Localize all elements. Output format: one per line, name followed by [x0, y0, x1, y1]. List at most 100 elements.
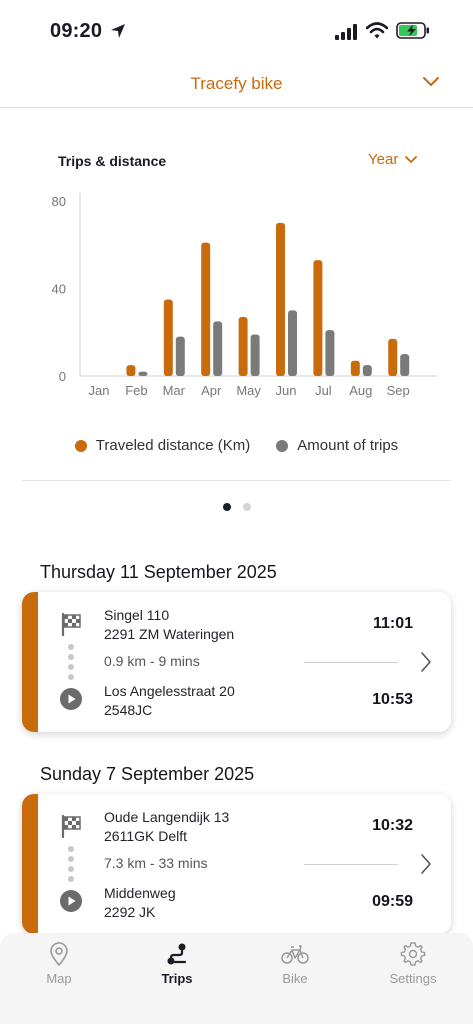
wifi-icon [366, 22, 388, 39]
trips-bar [325, 330, 335, 376]
end-address-line1: Oude Langendijk 13 [104, 809, 230, 825]
legend-item-distance: Traveled distance (Km) [74, 437, 251, 454]
bicycle-icon [281, 945, 309, 964]
x-tick-label: May [236, 383, 261, 398]
tab-bike[interactable]: Bike [250, 941, 340, 986]
trip-card[interactable]: Singel 110 2291 ZM Wateringen 11:01 0.9 … [22, 592, 451, 732]
separator-line [304, 864, 398, 865]
trips-bar [362, 365, 372, 376]
cellular-signal-icon [335, 24, 359, 40]
route-dots [68, 644, 74, 684]
chevron-right-icon[interactable] [420, 651, 432, 673]
map-pin-icon [50, 942, 68, 967]
trips-distance-chart: 0 40 80 Jan Feb Mar Apr May Jun Jul Aug Sep [52, 193, 437, 398]
date-heading: Thursday 11 September 2025 [40, 562, 277, 582]
page-dot-active[interactable] [222, 503, 231, 511]
tab-map[interactable]: Map [14, 941, 104, 986]
tab-map-label: Map [46, 971, 72, 986]
distance-bar [163, 299, 173, 376]
y-tick-label: 40 [52, 282, 66, 297]
x-tick-label: Jan [89, 383, 110, 398]
date-heading: Sunday 7 September 2025 [40, 764, 255, 784]
x-tick-label: Mar [163, 383, 186, 398]
divider [22, 480, 451, 481]
start-address: Middenweg 2292 JK [104, 884, 176, 922]
distance-bar [276, 222, 285, 376]
end-address: Singel 110 2291 ZM Wateringen [104, 606, 234, 644]
start-address-line2: 2292 JK [104, 904, 156, 920]
status-time: 09:20 [50, 20, 103, 42]
trip-accent-bar [22, 592, 38, 732]
start-address-line2: 2548JC [104, 702, 153, 718]
app-header: Tracefy bike [0, 62, 473, 108]
trips-bar [288, 310, 297, 376]
y-tick-label: 0 [59, 369, 66, 384]
distance-bar [313, 260, 323, 376]
x-tick-label: Feb [125, 383, 147, 398]
finish-flag-icon [61, 814, 81, 838]
start-play-icon [60, 890, 82, 912]
end-time: 11:01 [372, 615, 413, 632]
x-tick-label: Jun [276, 383, 297, 398]
end-address-line2: 2291 ZM Wateringen [104, 626, 235, 642]
distance-bar [388, 338, 398, 376]
page-indicator[interactable] [0, 503, 473, 511]
gear-icon [400, 942, 426, 966]
trips-bar [175, 336, 185, 376]
chevron-down-icon[interactable] [422, 76, 440, 88]
trips-bar [250, 334, 260, 376]
start-time: 09:59 [372, 893, 413, 910]
start-address-line1: Middenweg [104, 885, 176, 901]
legend-item-trips: Amount of trips [276, 437, 398, 454]
chart-legend: Traveled distance (Km) Amount of trips [0, 437, 473, 454]
trip-summary: 0.9 km - 9 mins [104, 653, 200, 669]
start-address: Los Angelesstraat 20 2548JC [104, 682, 235, 720]
trips-bar [400, 354, 410, 376]
tab-trips-label: Trips [161, 971, 193, 986]
legend-swatch-distance [74, 439, 87, 452]
tab-trips[interactable]: Trips [132, 941, 222, 986]
x-tick-label: Jul [315, 383, 332, 398]
legend-label-distance: Traveled distance (Km) [95, 437, 251, 454]
finish-flag-icon [61, 612, 81, 636]
start-play-icon [60, 688, 82, 710]
end-address: Oude Langendijk 13 2611GK Delft [104, 808, 229, 846]
start-address-line1: Los Angelesstraat 20 [104, 683, 235, 699]
route-dots [68, 846, 74, 886]
x-tick-label: Aug [349, 383, 372, 398]
chart-title: Trips & distance [58, 153, 167, 169]
distance-bar [201, 242, 211, 376]
bike-selector-title[interactable]: Tracefy bike [0, 74, 473, 94]
end-address-line1: Singel 110 [104, 607, 170, 623]
battery-charging-icon [396, 22, 429, 39]
start-time: 10:53 [372, 691, 413, 708]
tab-bar: Map Trips Bike Settings [0, 933, 473, 1024]
distance-bar [126, 365, 136, 376]
separator-line [304, 662, 398, 663]
end-time: 10:32 [372, 817, 413, 834]
trip-summary: 7.3 km - 33 mins [104, 855, 208, 871]
tab-settings[interactable]: Settings [368, 941, 458, 986]
chevron-down-icon [405, 155, 418, 163]
legend-label-trips: Amount of trips [297, 437, 399, 454]
chevron-right-icon[interactable] [420, 853, 432, 875]
distance-bar [350, 360, 360, 376]
route-icon [167, 943, 187, 965]
tab-bike-label: Bike [282, 971, 308, 986]
location-arrow-icon [111, 24, 125, 38]
status-bar: 09:20 [0, 0, 473, 62]
trip-card[interactable]: Oude Langendijk 13 2611GK Delft 10:32 7.… [22, 794, 451, 934]
trips-bar [213, 321, 223, 376]
page-dot[interactable] [242, 503, 251, 511]
tab-settings-label: Settings [389, 971, 437, 986]
end-address-line2: 2611GK Delft [104, 828, 188, 844]
legend-swatch-trips [276, 439, 289, 452]
x-tick-label: Sep [387, 383, 410, 398]
period-label: Year [368, 151, 399, 168]
trip-accent-bar [22, 794, 38, 934]
y-tick-label: 80 [52, 194, 66, 209]
period-selector[interactable]: Year [368, 151, 418, 168]
x-tick-label: Apr [201, 383, 222, 398]
trips-bar [138, 371, 148, 376]
distance-bar [238, 316, 248, 376]
